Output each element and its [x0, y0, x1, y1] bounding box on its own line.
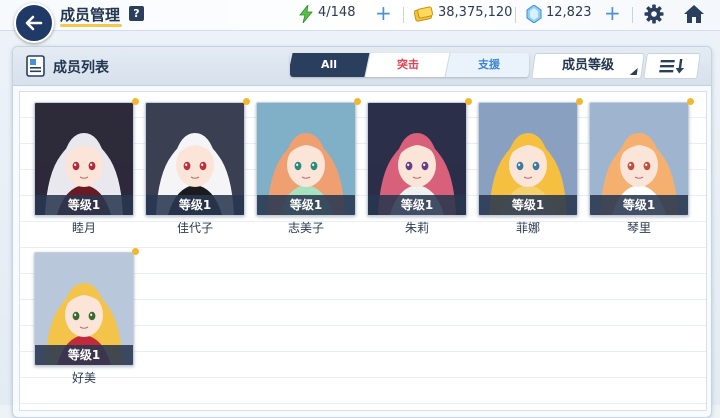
status-dot — [576, 98, 583, 105]
sort-label: 成员等级 — [561, 58, 614, 73]
page-title: 成员管理 — [60, 6, 121, 24]
member-list-panel: 成员列表 All 突击 支援 成员等级 等级1 睦月 等级1 佳代子 等级1 志… — [12, 46, 712, 418]
gear-icon[interactable] — [644, 4, 664, 24]
status-dot — [132, 98, 139, 105]
tab-label: 突击 — [397, 58, 419, 71]
member-name: 琴里 — [626, 221, 651, 235]
member-card[interactable]: 等级1 朱莉 — [367, 98, 472, 236]
member-name: 朱莉 — [404, 221, 429, 235]
status-dot — [687, 98, 694, 105]
sort-descending-icon — [659, 59, 685, 74]
member-card[interactable]: 等级1 睦月 — [34, 98, 139, 236]
member-portrait-frame: 等级1 — [34, 252, 134, 366]
member-level: 等级1 — [479, 195, 577, 215]
member-level: 等级1 — [35, 195, 133, 215]
member-portrait-frame: 等级1 — [478, 102, 578, 216]
member-list-icon — [26, 55, 45, 77]
member-level: 等级1 — [590, 195, 688, 215]
member-level: 等级1 — [257, 195, 355, 215]
tab-all[interactable]: All — [290, 53, 371, 77]
member-name: 睦月 — [71, 221, 96, 235]
member-level: 等级1 — [368, 195, 466, 215]
member-card[interactable]: 等级1 琴里 — [589, 98, 694, 236]
gems-plus-button[interactable]: + — [604, 3, 621, 23]
credit-icon — [414, 6, 434, 22]
member-portrait-frame: 等级1 — [589, 102, 689, 216]
title-underline — [60, 24, 122, 27]
help-icon[interactable]: ? — [129, 6, 144, 21]
status-dot — [132, 248, 139, 255]
member-name: 菲娜 — [515, 221, 540, 235]
member-grid: 等级1 睦月 等级1 佳代子 等级1 志美子 等级1 朱莉 等级1 菲娜 等级1… — [19, 91, 707, 411]
member-name: 志美子 — [287, 221, 324, 235]
dropdown-triangle-icon — [629, 68, 638, 75]
gem-icon — [526, 5, 542, 23]
status-dot — [354, 98, 361, 105]
panel-title: 成员列表 — [53, 60, 109, 76]
member-card[interactable]: 等级1 佳代子 — [145, 98, 250, 236]
sort-by-button[interactable]: 成员等级 — [531, 53, 645, 79]
member-card[interactable]: 等级1 菲娜 — [478, 98, 583, 236]
home-icon[interactable] — [683, 4, 705, 24]
member-level: 等级1 — [146, 195, 244, 215]
member-card[interactable]: 等级1 好美 — [34, 248, 139, 386]
member-portrait-frame: 等级1 — [367, 102, 467, 216]
member-portrait-frame: 等级1 — [34, 102, 134, 216]
tab-label: 支援 — [478, 58, 500, 71]
member-name: 佳代子 — [176, 221, 213, 235]
tab-label: All — [320, 58, 338, 71]
tab-strike[interactable]: 突击 — [364, 53, 451, 77]
member-portrait-frame: 等级1 — [145, 102, 245, 216]
energy-icon — [299, 5, 313, 23]
divider — [632, 7, 633, 23]
ap-plus-button[interactable]: + — [375, 3, 392, 23]
arrow-left-icon — [25, 15, 43, 31]
gems-value: 12,823 — [546, 5, 592, 20]
credits-value: 38,375,120 — [438, 5, 513, 20]
tab-support[interactable]: 支援 — [444, 53, 529, 77]
divider — [403, 7, 404, 23]
sort-order-button[interactable] — [643, 53, 701, 79]
member-portrait-frame: 等级1 — [256, 102, 356, 216]
member-name: 好美 — [71, 371, 96, 385]
back-button[interactable] — [14, 3, 54, 43]
member-card[interactable]: 等级1 志美子 — [256, 98, 361, 236]
member-level: 等级1 — [35, 345, 133, 365]
status-dot — [465, 98, 472, 105]
status-dot — [243, 98, 250, 105]
divider — [515, 7, 516, 23]
ap-value: 4/148 — [318, 5, 356, 20]
filter-tabs: All 突击 支援 — [290, 53, 529, 77]
